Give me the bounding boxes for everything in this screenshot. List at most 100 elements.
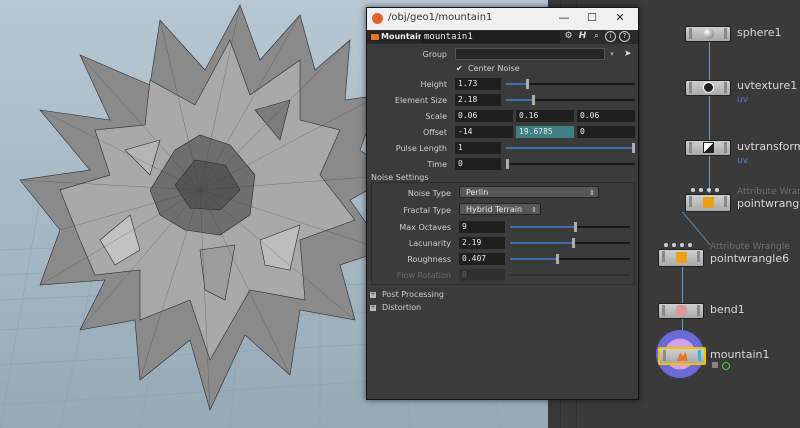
node-name-field[interactable]: mountain1 <box>421 31 560 43</box>
group-input[interactable] <box>455 48 605 60</box>
fractal-type-value: Hybrid Terrain <box>466 205 523 214</box>
group-label: Group <box>422 50 447 59</box>
uvtransform-icon <box>703 142 714 153</box>
folder-label: Distortion <box>382 303 422 312</box>
status-circle-icon <box>722 362 730 370</box>
pulse-length-input[interactable]: 1 <box>455 142 501 154</box>
lacunarity-label: Lacunarity <box>408 239 451 248</box>
max-octaves-slider[interactable] <box>510 222 630 232</box>
roughness-label: Roughness <box>407 255 451 264</box>
flow-rotation-input: 0 <box>459 269 505 281</box>
close-button[interactable]: ✕ <box>612 11 628 24</box>
help-H-icon[interactable]: H <box>577 31 588 42</box>
node-label: uvtexture1 <box>737 79 798 92</box>
wire <box>709 40 710 80</box>
node-label: pointwrangle6 <box>710 252 790 265</box>
noise-type-label: Noise Type <box>407 189 451 198</box>
lacunarity-input[interactable]: 2.19 <box>459 237 505 249</box>
wrangle-icon <box>703 197 714 208</box>
updown-arrow-icon: ⇕ <box>589 189 595 197</box>
offset-y-input[interactable]: 19.6785 <box>516 126 574 138</box>
bend-icon <box>676 305 687 316</box>
time-input[interactable]: 0 <box>455 158 501 170</box>
node-label: bend1 <box>710 303 745 316</box>
node-type: Attribute Wrangle <box>737 187 800 197</box>
mountain-mesh <box>19 4 396 411</box>
scale-label: Scale <box>425 112 447 121</box>
node-uvtransform1[interactable] <box>685 140 731 156</box>
pulse-length-slider[interactable] <box>506 143 635 153</box>
node-label: sphere1 <box>737 26 782 39</box>
slider-handle[interactable] <box>574 222 577 232</box>
node-sphere1[interactable] <box>685 26 731 42</box>
flow-rotation-slider <box>510 274 630 276</box>
slider-handle[interactable] <box>526 79 529 89</box>
scale-x-input[interactable]: 0.06 <box>455 110 513 122</box>
folder-post-processing[interactable]: + Post Processing <box>370 290 444 299</box>
node-mountain1[interactable] <box>658 347 706 365</box>
roughness-input[interactable]: 0.407 <box>459 253 505 265</box>
center-noise-checkbox[interactable]: ✔ <box>456 64 465 73</box>
roughness-slider[interactable] <box>510 254 630 264</box>
group-dropdown-arrow-icon[interactable]: ▾ <box>606 48 618 60</box>
maximize-button[interactable]: ☐ <box>584 11 600 24</box>
height-slider[interactable] <box>506 79 635 89</box>
uvtexture-icon <box>703 82 714 93</box>
max-octaves-label: Max Octaves <box>399 223 451 232</box>
parameter-window[interactable]: /obj/geo1/mountain1 — ☐ ✕ Mountain mount… <box>366 7 639 400</box>
search-icon[interactable]: ⌕ <box>591 31 602 42</box>
noise-type-dropdown[interactable]: Perlin ⇕ <box>459 186 599 198</box>
max-octaves-input[interactable]: 9 <box>459 221 505 233</box>
mountain-icon <box>677 351 688 361</box>
height-label: Height <box>420 80 447 89</box>
expand-plus-icon: + <box>370 290 376 298</box>
node-bend1[interactable] <box>658 303 704 319</box>
node-type: Attribute Wrangle <box>710 242 790 252</box>
node-sub: uv <box>737 156 749 166</box>
time-slider[interactable] <box>506 159 635 169</box>
node-header-bar: Mountain mountain1 ⚙ H ⌕ i ? <box>367 30 638 44</box>
lock-icon <box>712 362 718 368</box>
sphere-icon <box>703 28 714 39</box>
flow-rotation-label: Flow Rotation <box>396 271 451 280</box>
slider-handle[interactable] <box>556 254 559 264</box>
node-uvtexture1[interactable] <box>685 80 731 96</box>
folder-label: Post Processing <box>382 290 444 299</box>
noise-settings-title: Noise Settings <box>371 173 429 182</box>
question-icon[interactable]: ? <box>619 31 630 42</box>
title-bar[interactable]: /obj/geo1/mountain1 — ☐ ✕ <box>367 8 638 30</box>
node-pointwrangle6[interactable] <box>658 249 704 267</box>
offset-label: Offset <box>422 128 447 137</box>
scale-z-input[interactable]: 0.06 <box>577 110 635 122</box>
node-label: mountain1 <box>710 348 770 361</box>
minimize-button[interactable]: — <box>556 11 572 24</box>
offset-z-input[interactable]: 0 <box>577 126 635 138</box>
node-label: uvtransform1 <box>737 140 800 153</box>
fractal-type-dropdown[interactable]: Hybrid Terrain ⇕ <box>459 203 541 215</box>
node-label: pointwrangle5 <box>737 197 800 210</box>
wrangle-icon <box>676 252 687 263</box>
height-input[interactable]: 1.73 <box>455 78 501 90</box>
folder-distortion[interactable]: + Distortion <box>370 303 421 312</box>
select-arrow-icon[interactable]: ➤ <box>624 48 634 60</box>
node-pointwrangle5[interactable] <box>685 194 731 212</box>
expand-plus-icon: + <box>370 303 376 311</box>
slider-handle[interactable] <box>506 159 509 169</box>
slider-handle[interactable] <box>532 95 535 105</box>
scale-y-input[interactable]: 0.16 <box>516 110 574 122</box>
element-size-input[interactable]: 2.18 <box>455 94 501 106</box>
node-type-tag: Mountain <box>369 31 427 43</box>
lacunarity-slider[interactable] <box>510 238 630 248</box>
slider-handle[interactable] <box>632 143 635 153</box>
center-noise-label: Center Noise <box>468 64 520 73</box>
element-size-slider[interactable] <box>506 95 635 105</box>
updown-arrow-icon: ⇕ <box>531 206 537 214</box>
wire <box>682 266 683 303</box>
offset-x-input[interactable]: -14 <box>455 126 513 138</box>
time-label: Time <box>427 160 447 169</box>
fractal-type-label: Fractal Type <box>403 206 451 215</box>
houdini-logo-icon <box>372 13 383 24</box>
info-icon[interactable]: i <box>605 31 616 42</box>
slider-handle[interactable] <box>572 238 575 248</box>
gear-icon[interactable]: ⚙ <box>563 31 574 42</box>
